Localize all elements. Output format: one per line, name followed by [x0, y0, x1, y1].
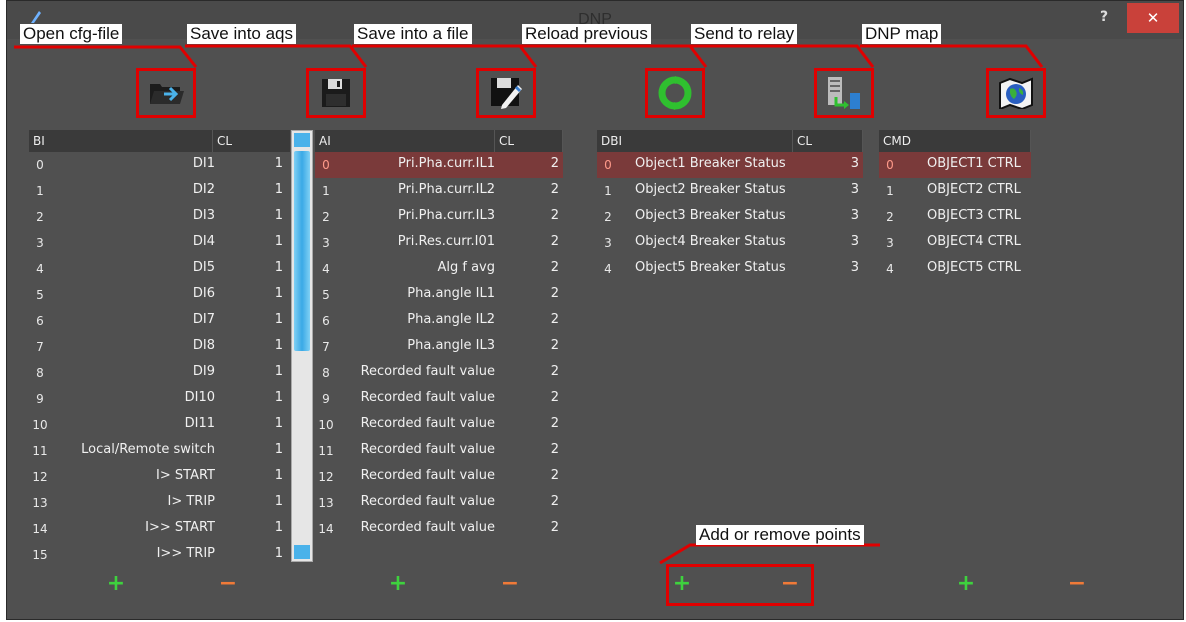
annotation-add-remove: Add or remove points — [696, 525, 864, 545]
annotation-open-cfg: Open cfg-file — [20, 24, 123, 44]
annotation-save-file: Save into a file — [354, 24, 472, 44]
annotation-reload: Reload previous — [522, 24, 651, 44]
annotation-dnp-map: DNP map — [862, 24, 942, 44]
annotation-send-relay: Send to relay — [691, 24, 798, 44]
callout-lines — [14, 44, 1044, 565]
annotation-save-aqs: Save into aqs — [187, 24, 297, 44]
